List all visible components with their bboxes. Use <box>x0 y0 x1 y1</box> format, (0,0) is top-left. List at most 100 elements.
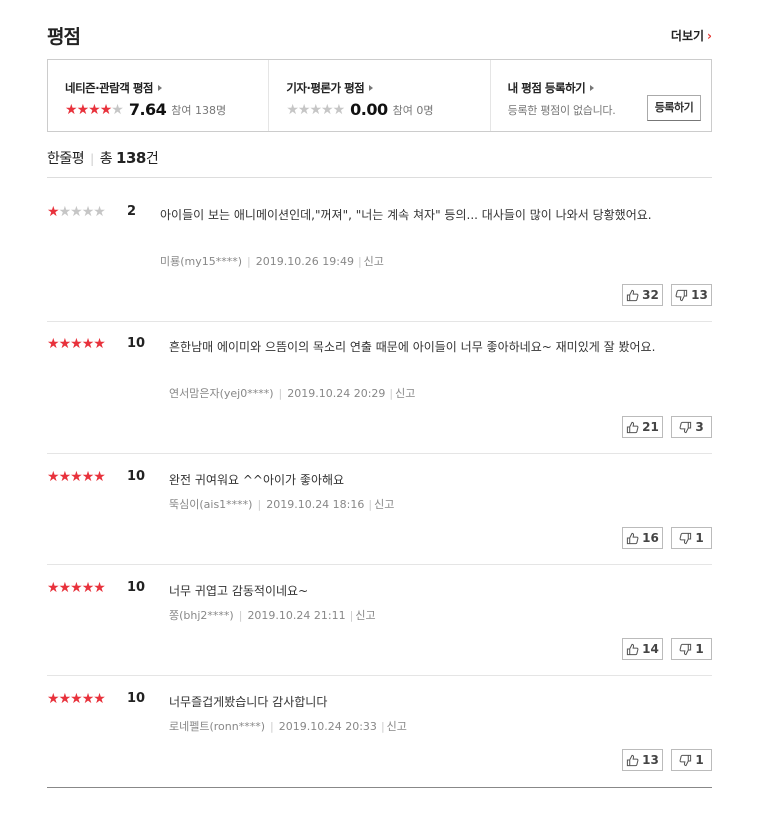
netizen-participants: 참여 138명 <box>171 103 227 117</box>
like-button[interactable]: 21 <box>622 416 663 438</box>
review-text: 너무즐겁게봤습니다 감사합니다 <box>169 695 328 709</box>
section-title: 평점 <box>47 26 81 48</box>
star-icon: ★ <box>70 336 83 352</box>
netizen-score: 7.64 <box>128 100 167 119</box>
star-icon: ★ <box>81 204 95 220</box>
like-button[interactable]: 16 <box>622 527 663 549</box>
more-link[interactable]: 더보기 › <box>671 27 712 44</box>
review-text: 아이들이 보는 애니메이션인데,"꺼져", "너는 계속 쳐자" 등의... 대… <box>160 208 652 222</box>
thumbs-up-icon <box>626 532 642 545</box>
review-text: 완전 귀여워요 ^^아이가 좋아해요 <box>169 473 345 487</box>
my-rating-label: 내 평점 등록하기 <box>507 81 586 95</box>
review-meta: 연서맘은자(yej0****) | 2019.10.24 20:29 | 신고 <box>169 385 415 401</box>
review-date: 2019.10.26 19:49 <box>255 255 354 268</box>
dislike-count: 1 <box>695 753 704 767</box>
report-link[interactable]: 신고 <box>387 720 407 733</box>
netizen-rating: 네티즌·관람객 평점 ★★★★★ 7.64 참여 138명 <box>48 60 268 131</box>
register-rating-button[interactable]: 등록하기 <box>646 95 701 121</box>
review-author[interactable]: 미룡(my15****) <box>160 255 242 268</box>
star-icon: ★ <box>332 101 346 118</box>
star-icon: ★ <box>58 691 72 707</box>
star-icon: ★ <box>309 101 322 118</box>
triangle-right-icon <box>369 85 374 91</box>
divider <box>47 453 712 454</box>
divider <box>47 787 712 788</box>
dislike-button[interactable]: 13 <box>671 284 712 306</box>
netizen-rating-title[interactable]: 네티즌·관람객 평점 <box>65 80 268 96</box>
star-icon: ★ <box>111 101 124 118</box>
star-icon: ★ <box>93 204 106 220</box>
dislike-button[interactable]: 1 <box>671 749 712 771</box>
more-label: 더보기 <box>670 29 705 43</box>
star-icon: ★ <box>93 469 106 485</box>
like-button[interactable]: 13 <box>622 749 663 771</box>
dislike-count: 13 <box>691 288 708 302</box>
critic-participants: 참여 0명 <box>392 103 434 117</box>
critic-score: 0.00 <box>350 100 388 119</box>
star-icon: ★ <box>70 469 83 485</box>
divider: | <box>238 609 243 622</box>
report-link[interactable]: 신고 <box>395 387 415 400</box>
star-icon: ★ <box>47 469 60 485</box>
vote-buttons: 16 1 <box>622 527 712 549</box>
review-count-summary: 한줄평 | 총 138건 <box>47 148 159 168</box>
dislike-button[interactable]: 1 <box>671 527 712 549</box>
critic-rating-title[interactable]: 기자·평론가 평점 <box>286 80 489 96</box>
review-list-label: 한줄평 <box>47 151 85 167</box>
review-date: 2019.10.24 20:33 <box>278 720 377 733</box>
review-author[interactable]: 뚝심이(ais1****) <box>169 498 252 511</box>
section-header: 평점 더보기 › <box>47 22 712 48</box>
review-score: 10 <box>127 469 146 484</box>
like-count: 13 <box>642 753 659 767</box>
review-date: 2019.10.24 21:11 <box>247 609 346 622</box>
report-link[interactable]: 신고 <box>355 609 375 622</box>
total-suffix: 건 <box>145 151 159 167</box>
divider: | <box>389 387 394 400</box>
review-author[interactable]: 로네펠트(ronn****) <box>169 720 265 733</box>
dislike-button[interactable]: 3 <box>671 416 712 438</box>
dislike-button[interactable]: 1 <box>671 638 712 660</box>
star-icon: ★ <box>93 580 106 596</box>
star-icon: ★ <box>76 101 90 118</box>
like-button[interactable]: 32 <box>622 284 663 306</box>
vote-buttons: 14 1 <box>622 638 712 660</box>
review-author[interactable]: 쫑(bhj2****) <box>169 609 234 622</box>
review-meta: 뚝심이(ais1****) | 2019.10.24 18:16 | 신고 <box>169 496 394 512</box>
netizen-rating-label: 네티즌·관람객 평점 <box>65 81 154 95</box>
review-meta: 쫑(bhj2****) | 2019.10.24 21:11 | 신고 <box>169 607 376 623</box>
like-count: 16 <box>642 531 659 545</box>
star-icon: ★ <box>286 101 299 118</box>
thumbs-up-icon <box>626 643 642 656</box>
my-rating-title[interactable]: 내 평점 등록하기 <box>508 80 711 96</box>
review-text: 너무 귀엽고 감동적이네요~ <box>169 584 309 598</box>
review-star-rating: ★★★★★ <box>47 469 106 485</box>
star-icon: ★ <box>81 469 95 485</box>
review-author[interactable]: 연서맘은자(yej0****) <box>169 387 274 400</box>
thumbs-down-icon <box>679 643 695 656</box>
rating-summary-box: 네티즌·관람객 평점 ★★★★★ 7.64 참여 138명 기자·평론가 평점 … <box>47 59 712 132</box>
review-meta: 미룡(my15****) | 2019.10.26 19:49 | 신고 <box>160 253 384 269</box>
review-date: 2019.10.24 18:16 <box>266 498 365 511</box>
star-icon: ★ <box>70 691 83 707</box>
my-rating: 내 평점 등록하기 등록한 평점이 없습니다. 등록하기 <box>489 60 711 131</box>
thumbs-up-icon <box>626 421 642 434</box>
star-icon: ★ <box>47 336 60 352</box>
like-button[interactable]: 14 <box>622 638 663 660</box>
star-icon: ★ <box>81 336 95 352</box>
divider <box>47 321 712 322</box>
divider: | <box>349 609 354 622</box>
review-star-rating: ★★★★★ <box>47 204 106 220</box>
star-icon: ★ <box>58 204 72 220</box>
star-icon: ★ <box>297 101 311 118</box>
report-link[interactable]: 신고 <box>374 498 394 511</box>
divider <box>47 675 712 676</box>
critic-star-rating: ★★★★★ <box>286 101 346 118</box>
chevron-right-icon: › <box>707 29 712 43</box>
dislike-count: 1 <box>695 531 704 545</box>
report-link[interactable]: 신고 <box>364 255 384 268</box>
star-icon: ★ <box>93 691 106 707</box>
divider: | <box>247 255 251 268</box>
review-meta: 로네펠트(ronn****) | 2019.10.24 20:33 | 신고 <box>169 718 407 734</box>
triangle-right-icon <box>158 85 163 91</box>
star-icon: ★ <box>88 101 101 118</box>
